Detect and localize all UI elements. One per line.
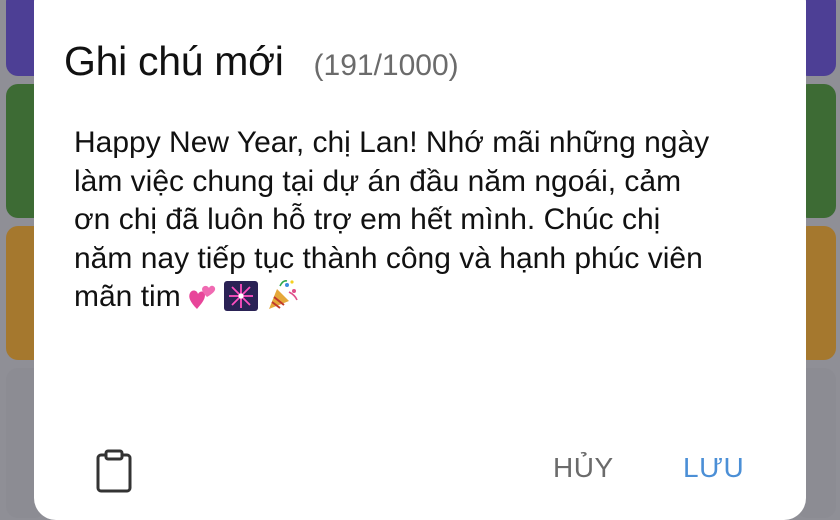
note-text-content: Happy New Year, chị Lan! Nhớ mãi những n… [74,126,718,313]
cancel-button[interactable]: HỦY [553,452,614,484]
save-button[interactable]: LƯU [683,452,744,484]
clipboard-icon[interactable] [95,449,133,498]
dialog-title: Ghi chú mới [64,38,284,84]
party-popper-icon [265,278,299,323]
dialog-header: Ghi chú mới (191/1000) [64,38,459,85]
note-text-field[interactable]: Happy New Year, chị Lan! Nhớ mãi những n… [74,124,714,323]
two-hearts-icon [187,282,217,323]
character-counter: (191/1000) [313,49,459,82]
fireworks-icon [223,280,259,323]
